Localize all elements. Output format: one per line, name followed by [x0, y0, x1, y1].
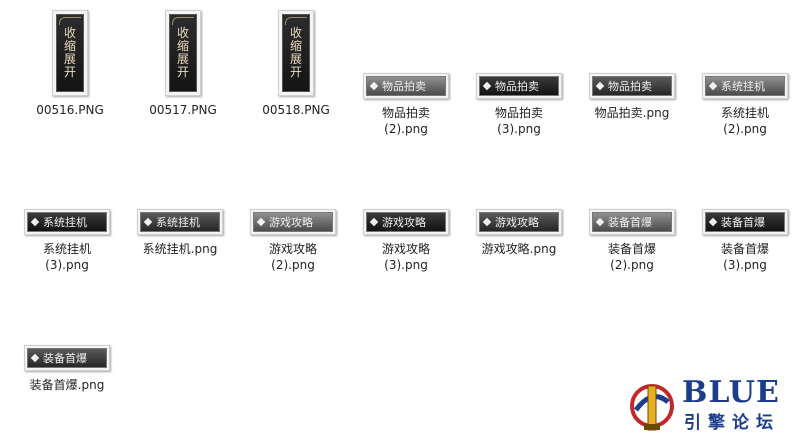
button-label: 装备首爆 [43, 352, 87, 365]
collapse-expand-icon: 收 缩 展 开 [169, 14, 197, 92]
ornament [59, 17, 81, 25]
logo-subtitle: 引擎论坛 [684, 413, 780, 433]
file-name: 00518.PNG [262, 103, 330, 117]
diamond-icon [369, 81, 379, 91]
button-image: 物品拍卖 [479, 76, 559, 96]
diamond-icon [482, 217, 492, 227]
file-thumbnail: 游戏攻略 [476, 209, 562, 235]
collapse-expand-icon: 收 缩 展 开 [56, 14, 84, 92]
file-name: 物品拍卖 (2).png [381, 106, 430, 136]
file-name: 系统挂机 (2).png [720, 106, 769, 136]
blue-engine-forum-logo: BLUE 引擎论坛 [628, 376, 798, 438]
button-label: 系统挂机 [43, 216, 87, 229]
icon-char: 开 [63, 65, 76, 79]
ornament [172, 17, 194, 25]
file-thumbnail: 系统挂机 [24, 209, 110, 235]
file-item[interactable]: 装备首爆 装备首爆 (2).png [582, 209, 682, 273]
button-image: 装备首爆 [705, 212, 785, 232]
file-thumbnail: 物品拍卖 [476, 73, 562, 99]
button-label: 物品拍卖 [608, 80, 652, 93]
diamond-icon [256, 217, 266, 227]
file-thumbnail: 物品拍卖 [363, 73, 449, 99]
file-item[interactable]: 物品拍卖 物品拍卖 (2).png [356, 73, 456, 137]
logo-title: BLUE [682, 375, 780, 410]
file-name: 00516.PNG [36, 103, 104, 117]
file-name: 游戏攻略 (2).png [268, 242, 317, 272]
button-label: 装备首爆 [721, 216, 765, 229]
button-label: 装备首爆 [608, 216, 652, 229]
diamond-icon [30, 353, 40, 363]
diamond-icon [143, 217, 153, 227]
file-item[interactable]: 装备首爆 装备首爆.png [17, 345, 117, 393]
button-image: 物品拍卖 [366, 76, 446, 96]
file-name: 系统挂机 (3).png [42, 242, 91, 272]
file-thumbnail: 游戏攻略 [250, 209, 336, 235]
collapse-expand-icon: 收 缩 展 开 [282, 14, 310, 92]
icon-char: 开 [176, 65, 189, 79]
logo-mark-icon [630, 384, 674, 431]
file-thumbnail: 系统挂机 [702, 73, 788, 99]
button-label: 物品拍卖 [382, 80, 426, 93]
file-name: 系统挂机.png [142, 242, 218, 256]
button-label: 游戏攻略 [495, 216, 539, 229]
file-thumbnail: 收 缩 展 开 [278, 10, 314, 96]
file-name: 物品拍卖.png [594, 106, 670, 120]
diamond-icon [30, 217, 40, 227]
file-name: 物品拍卖 (3).png [494, 106, 543, 136]
file-thumbnail: 游戏攻略 [363, 209, 449, 235]
diamond-icon [708, 217, 718, 227]
file-item[interactable]: 收 缩 展 开 00518.PNG [246, 10, 346, 118]
file-name: 游戏攻略.png [481, 242, 557, 256]
file-name: 00517.PNG [149, 103, 217, 117]
button-image: 游戏攻略 [253, 212, 333, 232]
diamond-icon [369, 217, 379, 227]
button-label: 游戏攻略 [269, 216, 313, 229]
button-image: 游戏攻略 [366, 212, 446, 232]
file-item[interactable]: 收 缩 展 开 00517.PNG [133, 10, 233, 118]
file-item[interactable]: 收 缩 展 开 00516.PNG [20, 10, 120, 118]
button-image: 游戏攻略 [479, 212, 559, 232]
file-thumbnail: 装备首爆 [702, 209, 788, 235]
diamond-icon [482, 81, 492, 91]
file-item[interactable]: 游戏攻略 游戏攻略 (3).png [356, 209, 456, 273]
file-name: 游戏攻略 (3).png [381, 242, 430, 272]
button-image: 装备首爆 [592, 212, 672, 232]
file-item[interactable]: 系统挂机 系统挂机 (2).png [695, 73, 795, 137]
file-thumbnail: 系统挂机 [137, 209, 223, 235]
file-name: 装备首爆 (3).png [720, 242, 769, 272]
file-item[interactable]: 物品拍卖 物品拍卖 (3).png [469, 73, 569, 137]
button-label: 游戏攻略 [382, 216, 426, 229]
button-image: 物品拍卖 [592, 76, 672, 96]
diamond-icon [708, 81, 718, 91]
file-item[interactable]: 物品拍卖 物品拍卖.png [582, 73, 682, 121]
file-name: 装备首爆.png [29, 378, 105, 392]
button-label: 系统挂机 [156, 216, 200, 229]
button-image: 装备首爆 [27, 348, 107, 368]
button-image: 系统挂机 [27, 212, 107, 232]
button-label: 系统挂机 [721, 80, 765, 93]
button-label: 物品拍卖 [495, 80, 539, 93]
button-image: 系统挂机 [140, 212, 220, 232]
file-item[interactable]: 系统挂机 系统挂机.png [130, 209, 230, 257]
file-thumbnail: 收 缩 展 开 [165, 10, 201, 96]
diamond-icon [595, 81, 605, 91]
button-image: 系统挂机 [705, 76, 785, 96]
file-thumbnail: 装备首爆 [24, 345, 110, 371]
diamond-icon [595, 217, 605, 227]
file-item[interactable]: 游戏攻略 游戏攻略 (2).png [243, 209, 343, 273]
ornament [285, 17, 307, 25]
file-item[interactable]: 游戏攻略 游戏攻略.png [469, 209, 569, 257]
file-name: 装备首爆 (2).png [607, 242, 656, 272]
file-item[interactable]: 装备首爆 装备首爆 (3).png [695, 209, 795, 273]
file-item[interactable]: 系统挂机 系统挂机 (3).png [17, 209, 117, 273]
icon-char: 开 [289, 65, 302, 79]
file-thumbnail: 物品拍卖 [589, 73, 675, 99]
file-thumbnail: 装备首爆 [589, 209, 675, 235]
file-thumbnail: 收 缩 展 开 [52, 10, 88, 96]
